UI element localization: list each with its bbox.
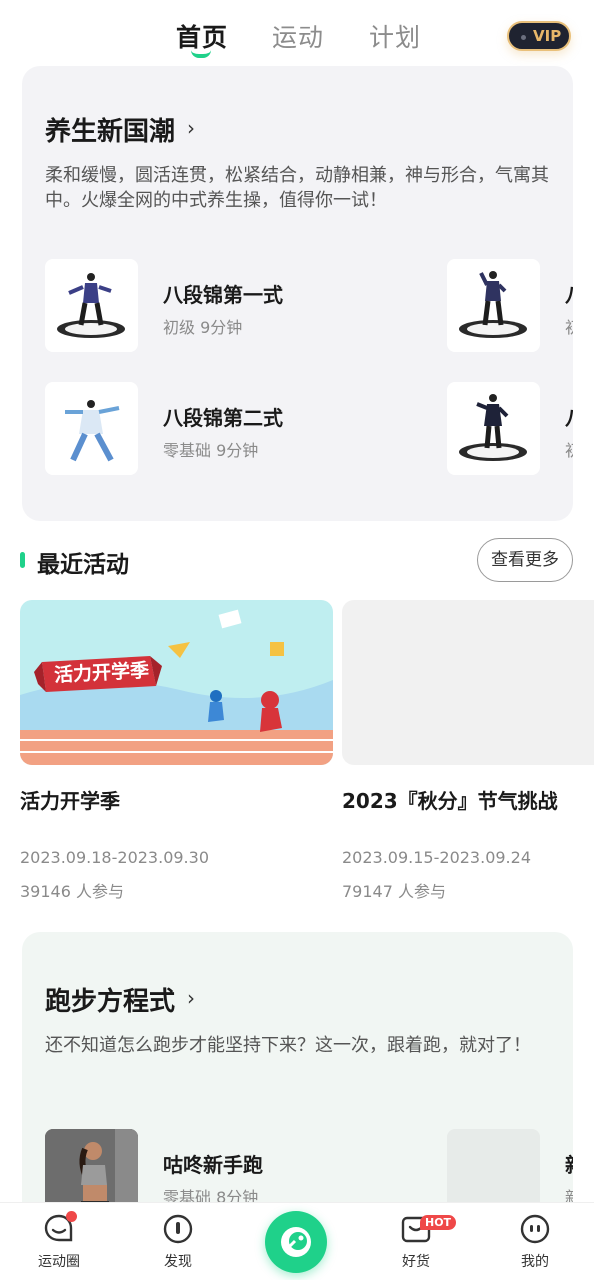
nav-item-circle[interactable]: 运动圈 — [24, 1211, 94, 1271]
tab-home[interactable]: 首页 — [176, 18, 228, 54]
section-accent-bar — [20, 552, 25, 568]
tai-chi-figure-icon — [65, 400, 120, 462]
activity-banner[interactable]: 活力开学季 — [20, 600, 333, 765]
codoon-logo-icon — [281, 1227, 311, 1257]
item-title: 八段锦第一式 — [163, 283, 283, 307]
item-title: 新 — [565, 1149, 573, 1178]
activity-banner[interactable] — [342, 600, 594, 765]
vip-dot-icon — [521, 35, 526, 40]
nav-label: 我的 — [521, 1254, 549, 1270]
nav-label: 运动圈 — [38, 1254, 80, 1270]
chevron-right-icon[interactable]: › — [187, 116, 195, 140]
center-action-button[interactable] — [265, 1211, 327, 1273]
exercise-thumbnail — [45, 382, 138, 475]
bottom-navigation: 运动圈 发现 HOT 好货 我的 — [0, 1202, 594, 1280]
exercise-thumbnail — [45, 259, 138, 352]
activity-participants: 39146 人参与 — [20, 882, 124, 901]
section-title: 最近活动 — [37, 552, 129, 578]
activity-banner-text: 活力开学季 — [53, 659, 150, 687]
running-card-description: 还不知道怎么跑步才能坚持下来？这一次，跟着跑，就对了！ — [45, 1035, 531, 1056]
item-title: 八 — [565, 279, 573, 308]
tai-chi-figure-icon — [57, 273, 125, 338]
item-subtitle: 零基础 9分钟 — [163, 441, 259, 460]
running-card: 跑步方程式 › 还不知道怎么跑步才能坚持下来？这一次，跟着跑，就对了！ 咕咚新手… — [22, 932, 573, 1232]
tab-plan[interactable]: 计划 — [369, 18, 421, 54]
nav-item-shop[interactable]: HOT 好货 — [381, 1213, 457, 1271]
item-subtitle: 初 — [565, 314, 573, 338]
wellness-card-description: 柔和缓慢，圆活连贯，松紧结合，动静相兼，神与形合，气寓其中。火爆全网的中式养生操… — [45, 165, 549, 211]
nav-label: 好货 — [402, 1254, 430, 1270]
running-card-title[interactable]: 跑步方程式 — [45, 981, 175, 1018]
active-tab-indicator — [191, 50, 211, 58]
vip-label: VIP — [533, 27, 562, 45]
item-title: 咕咚新手跑 — [163, 1153, 263, 1177]
wellness-card: 养生新国潮 › 柔和缓慢，圆活连贯，松紧结合，动静相兼，神与形合，气寓其中。火爆… — [22, 66, 573, 521]
item-title: 八 — [565, 402, 573, 431]
activity-date: 2023.09.18-2023.09.30 — [20, 848, 209, 867]
notification-dot — [66, 1211, 77, 1222]
tai-chi-figure-icon — [459, 394, 527, 461]
profile-face-icon — [520, 1214, 550, 1244]
item-subtitle: 初级 9分钟 — [163, 318, 243, 337]
compass-icon — [163, 1214, 193, 1244]
tai-chi-figure-icon — [459, 271, 527, 338]
activity-title[interactable]: 2023『秋分』节气挑战 — [342, 785, 558, 814]
top-tab-bar: 首页 运动 计划 VIP — [0, 0, 594, 66]
exercise-thumbnail — [447, 382, 540, 475]
vip-button[interactable]: VIP — [507, 21, 571, 51]
wellness-card-title[interactable]: 养生新国潮 — [45, 111, 175, 148]
activity-date: 2023.09.15-2023.09.24 — [342, 848, 531, 867]
activity-title[interactable]: 活力开学季 — [20, 785, 120, 814]
chevron-right-icon[interactable]: › — [187, 986, 195, 1010]
item-subtitle: 初 — [565, 437, 573, 461]
nav-item-profile[interactable]: 我的 — [500, 1213, 570, 1271]
tab-sports[interactable]: 运动 — [272, 18, 324, 54]
hot-badge: HOT — [420, 1215, 457, 1230]
nav-label: 发现 — [164, 1254, 192, 1270]
nav-item-discover[interactable]: 发现 — [143, 1213, 213, 1271]
item-title: 八段锦第二式 — [163, 406, 283, 430]
activity-participants: 79147 人参与 — [342, 882, 446, 901]
exercise-thumbnail — [447, 259, 540, 352]
view-more-button[interactable]: 查看更多 — [477, 538, 573, 582]
